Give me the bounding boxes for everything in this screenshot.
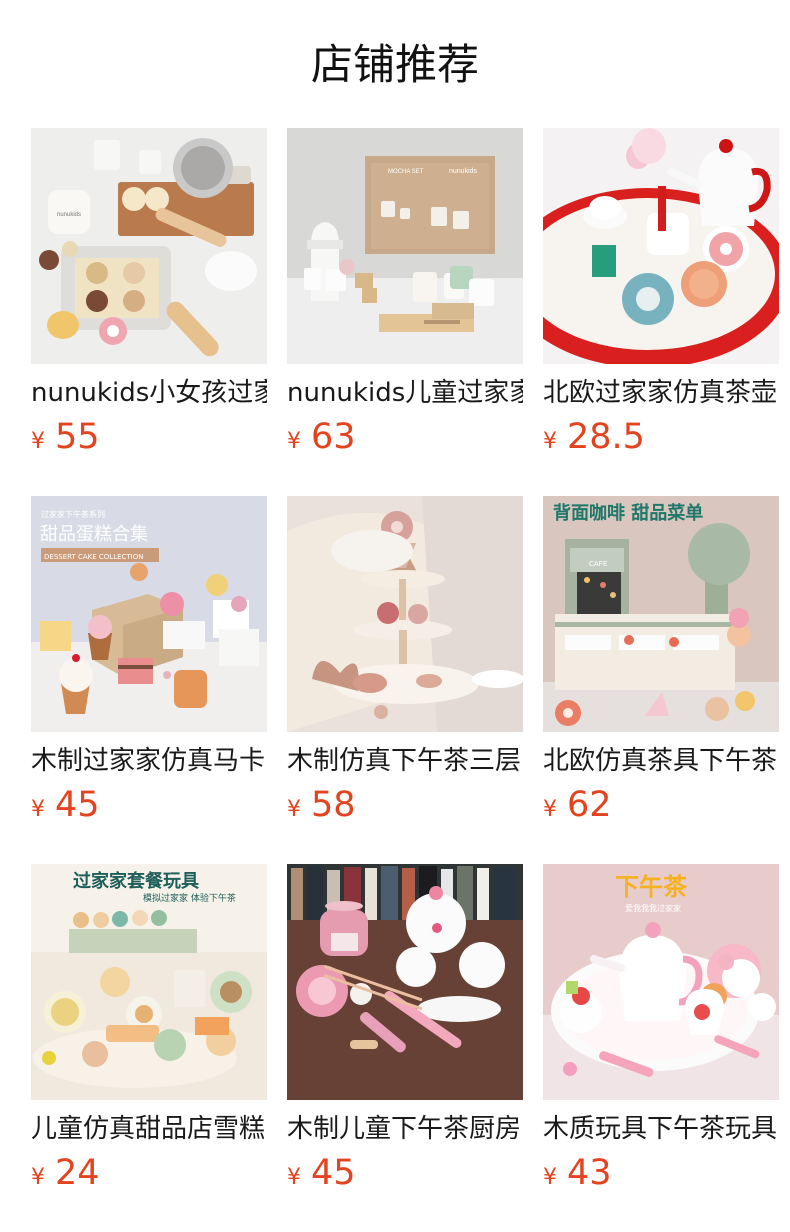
svg-text:nunukids: nunukids <box>449 168 478 175</box>
svg-text:甜品蛋糕合集: 甜品蛋糕合集 <box>40 524 148 545</box>
product-card[interactable]: 北欧过家家仿真茶壶 ¥ 28.5 <box>543 128 779 457</box>
baking-toy-set-image: nunukids <box>31 128 267 364</box>
product-card[interactable]: 过家家下午茶系列 甜品蛋糕合集 DESSERT CAKE COLLECTION <box>31 496 267 825</box>
product-price: 43 <box>567 1153 612 1193</box>
currency-symbol: ¥ <box>31 1165 45 1190</box>
coffee-toy-set-image: MOCHA SET nunukids <box>287 128 523 364</box>
currency-symbol: ¥ <box>543 1165 557 1190</box>
product-card[interactable]: 木制儿童下午茶厨房 ¥ 45 <box>287 864 523 1193</box>
svg-text:MOCHA SET: MOCHA SET <box>388 169 424 175</box>
product-price: 45 <box>311 1153 356 1193</box>
product-image[interactable]: 过家家套餐玩具 模拟过家家 体验下午茶 <box>31 864 267 1100</box>
price-row: ¥ 55 <box>31 416 100 458</box>
product-card[interactable]: 背面咖啡 甜品菜单 CAFE 北欧仿真茶具下午茶 ¥ 62 <box>543 496 779 825</box>
price-row: ¥ 45 <box>31 784 100 826</box>
product-price: 24 <box>55 1153 100 1193</box>
product-name[interactable]: 儿童仿真甜品店雪糕 <box>31 1111 267 1147</box>
currency-symbol: ¥ <box>287 797 301 822</box>
product-price: 28.5 <box>567 417 645 457</box>
product-price: 58 <box>311 785 356 825</box>
product-card[interactable]: nunukids nunukids小女孩过家 ¥ 55 <box>31 128 267 457</box>
dessert-cake-toy-image: 过家家下午茶系列 甜品蛋糕合集 DESSERT CAKE COLLECTION <box>31 496 267 732</box>
price-row: ¥ 28.5 <box>543 416 645 458</box>
currency-symbol: ¥ <box>31 429 45 454</box>
product-name[interactable]: 木质玩具下午茶玩具 <box>543 1111 779 1147</box>
tea-tray-toy-image <box>543 128 779 364</box>
pink-kitchen-toy-image <box>287 864 523 1100</box>
meal-set-toy-image: 过家家套餐玩具 模拟过家家 体验下午茶 <box>31 864 267 1100</box>
product-grid: nunukids nunukids小女孩过家 ¥ 55 MOCHA SET nu… <box>31 128 779 1193</box>
product-name[interactable]: 木制过家家仿真马卡 <box>31 743 267 779</box>
strawberry-tea-set-image: 下午茶 爱我我我过家家 <box>543 864 779 1100</box>
product-name[interactable]: 木制仿真下午茶三层 <box>287 743 523 779</box>
svg-text:模拟过家家 体验下午茶: 模拟过家家 体验下午茶 <box>143 892 236 904</box>
product-price: 45 <box>55 785 100 825</box>
svg-text:nunukids: nunukids <box>57 212 81 218</box>
product-image[interactable]: MOCHA SET nunukids <box>287 128 523 364</box>
svg-text:下午茶: 下午茶 <box>615 873 688 901</box>
product-card[interactable]: 过家家套餐玩具 模拟过家家 体验下午茶 儿童仿真甜品店雪糕 ¥ 24 <box>31 864 267 1193</box>
svg-text:爱我我我过家家: 爱我我我过家家 <box>625 903 681 913</box>
product-name[interactable]: nunukids小女孩过家 <box>31 375 267 411</box>
product-name[interactable]: 木制儿童下午茶厨房 <box>287 1111 523 1147</box>
product-card[interactable]: 木制仿真下午茶三层 ¥ 58 <box>287 496 523 825</box>
page-title: 店铺推荐 <box>310 40 479 89</box>
product-image[interactable]: 过家家下午茶系列 甜品蛋糕合集 DESSERT CAKE COLLECTION <box>31 496 267 732</box>
price-row: ¥ 62 <box>543 784 612 826</box>
dessert-menu-toy-image: 背面咖啡 甜品菜单 CAFE <box>543 496 779 732</box>
product-image[interactable]: 下午茶 爱我我我过家家 <box>543 864 779 1100</box>
product-image[interactable]: nunukids <box>31 128 267 364</box>
currency-symbol: ¥ <box>31 797 45 822</box>
product-price: 55 <box>55 417 100 457</box>
product-image[interactable] <box>543 128 779 364</box>
product-card[interactable]: MOCHA SET nunukids nunukids儿童过家家 ¥ 63 <box>287 128 523 457</box>
product-name[interactable]: 北欧仿真茶具下午茶 <box>543 743 779 779</box>
product-image[interactable]: 背面咖啡 甜品菜单 CAFE <box>543 496 779 732</box>
svg-text:CAFE: CAFE <box>589 561 608 568</box>
product-price: 62 <box>567 785 612 825</box>
product-name[interactable]: nunukids儿童过家家 <box>287 375 523 411</box>
price-row: ¥ 24 <box>31 1152 100 1194</box>
currency-symbol: ¥ <box>543 429 557 454</box>
tiered-stand-toy-image <box>287 496 523 732</box>
svg-text:背面咖啡 甜品菜单: 背面咖啡 甜品菜单 <box>553 502 703 524</box>
shop-recommendation-page: 店铺推荐 nunukids nunukids小女孩过家 ¥ 55 MOCHA S… <box>0 0 790 1232</box>
currency-symbol: ¥ <box>543 797 557 822</box>
currency-symbol: ¥ <box>287 429 301 454</box>
price-row: ¥ 45 <box>287 1152 356 1194</box>
svg-text:DESSERT CAKE COLLECTION: DESSERT CAKE COLLECTION <box>44 553 144 561</box>
svg-text:过家家套餐玩具: 过家家套餐玩具 <box>73 870 199 892</box>
svg-text:过家家下午茶系列: 过家家下午茶系列 <box>41 509 105 519</box>
currency-symbol: ¥ <box>287 1165 301 1190</box>
product-name[interactable]: 北欧过家家仿真茶壶 <box>543 375 779 411</box>
product-image[interactable] <box>287 496 523 732</box>
product-price: 63 <box>311 417 356 457</box>
price-row: ¥ 43 <box>543 1152 612 1194</box>
product-card[interactable]: 下午茶 爱我我我过家家 木质玩具下午茶玩具 ¥ 43 <box>543 864 779 1193</box>
product-image[interactable] <box>287 864 523 1100</box>
price-row: ¥ 58 <box>287 784 356 826</box>
price-row: ¥ 63 <box>287 416 356 458</box>
